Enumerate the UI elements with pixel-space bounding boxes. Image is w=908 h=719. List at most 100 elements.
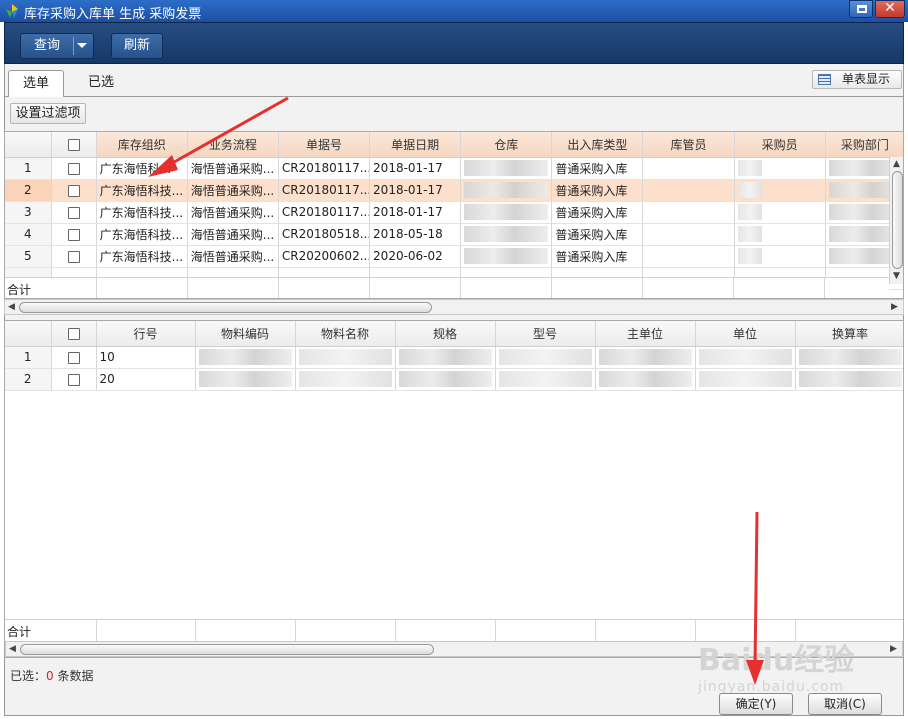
scroll-left-icon[interactable]: ◀ <box>8 302 15 312</box>
select-all-checkbox-cell[interactable] <box>51 132 97 158</box>
flow-cell: 海悟普通采购... <box>187 245 279 268</box>
row-checkbox-cell[interactable] <box>51 368 97 391</box>
maximize-icon <box>857 5 867 13</box>
select-all-checkbox[interactable] <box>67 327 80 340</box>
bill-no-cell: CR20180117... <box>278 201 371 224</box>
column-header[interactable]: 物料名称 <box>295 321 396 347</box>
column-header[interactable]: 单据号 <box>278 132 371 158</box>
scroll-right-icon[interactable]: ▶ <box>891 302 898 312</box>
document-table: 库存组织 业务流程 单据号 单据日期 仓库 出入库类型 库管员 采购员 采购部门… <box>5 132 903 290</box>
keeper-cell <box>642 245 735 268</box>
horizontal-scroll-thumb[interactable] <box>20 644 434 655</box>
column-header[interactable]: 规格 <box>395 321 496 347</box>
column-header[interactable]: 单位 <box>695 321 796 347</box>
org-cell: 广东海悟科技... <box>96 245 188 268</box>
column-header[interactable]: 行号 <box>96 321 196 347</box>
redacted-cell <box>595 368 696 391</box>
scroll-left-icon[interactable]: ◀ <box>9 644 16 654</box>
row-number: 1 <box>5 157 52 180</box>
table-row[interactable]: 5 广东海悟科技... 海悟普通采购... CR20200602... 2020-06-… <box>5 245 903 268</box>
redacted-block <box>464 204 549 220</box>
total-divider <box>96 278 97 298</box>
row-checkbox[interactable] <box>67 206 80 219</box>
row-checkbox[interactable] <box>67 162 80 175</box>
vertical-scrollbar[interactable]: ▲ ▼ <box>889 157 903 284</box>
status-suffix: 条数据 <box>53 669 94 683</box>
column-header[interactable]: 仓库 <box>460 132 553 158</box>
total-label: 合计 <box>7 625 32 639</box>
table-row[interactable]: 1 广东海悟科... 海悟普通采购... CR20180117... 2018-01-1… <box>5 157 903 180</box>
cancel-button[interactable]: 取消(C) <box>808 693 882 715</box>
redacted-cell <box>795 368 903 391</box>
chevron-down-icon[interactable] <box>77 43 87 48</box>
grid-header-row: 行号 物料编码 物料名称 规格 型号 主单位 单位 换算率 <box>5 321 903 347</box>
column-header[interactable]: 库管员 <box>642 132 735 158</box>
row-checkbox-cell[interactable] <box>51 245 97 268</box>
tab-divider <box>4 96 904 97</box>
vertical-scroll-thumb[interactable] <box>892 171 903 269</box>
confirm-button[interactable]: 确定(Y) <box>719 693 793 715</box>
redacted-block <box>464 182 549 198</box>
buyer-cell-redacted <box>734 179 826 202</box>
buyer-cell-redacted <box>734 245 826 268</box>
select-all-checkbox-cell[interactable] <box>51 321 97 347</box>
grid-icon <box>818 74 831 85</box>
row-checkbox[interactable] <box>67 373 80 386</box>
table-row[interactable]: 2 广东海悟科技... 海悟普通采购... CR20180117... 2018-01-… <box>5 179 903 202</box>
table-row[interactable]: 2 20 <box>5 368 903 391</box>
column-header[interactable]: 采购部门 <box>825 132 903 158</box>
column-header[interactable]: 物料编码 <box>195 321 296 347</box>
row-checkbox[interactable] <box>67 184 80 197</box>
table-row[interactable]: 4 广东海悟科技... 海悟普通采购... CR20180518... 2018-05-… <box>5 223 903 246</box>
document-grid: 库存组织 业务流程 单据号 单据日期 仓库 出入库类型 库管员 采购员 采购部门… <box>4 131 904 299</box>
horizontal-scrollbar[interactable]: ◀ ▶ <box>4 299 904 315</box>
row-checkbox[interactable] <box>67 351 80 364</box>
row-checkbox-cell[interactable] <box>51 201 97 224</box>
set-filter-button[interactable]: 设置过滤项 <box>10 103 86 124</box>
close-button[interactable]: ✕ <box>875 0 905 18</box>
bill-date-cell: 2018-05-18 <box>369 223 462 246</box>
scroll-right-icon[interactable]: ▶ <box>890 644 897 654</box>
scroll-up-icon[interactable]: ▲ <box>893 159 900 169</box>
bill-date-cell: 2018-01-17 <box>369 201 462 224</box>
redacted-cell <box>295 346 396 369</box>
refresh-button[interactable]: 刷新 <box>111 33 163 59</box>
grid-header-row: 库存组织 业务流程 单据号 单据日期 仓库 出入库类型 库管员 采购员 采购部门 <box>5 132 903 158</box>
single-table-view-button[interactable]: 单表显示 <box>812 70 902 89</box>
column-header[interactable]: 出入库类型 <box>551 132 644 158</box>
redacted-block <box>698 349 792 365</box>
column-header[interactable]: 业务流程 <box>187 132 279 158</box>
total-divider <box>295 620 296 642</box>
row-checkbox[interactable] <box>67 228 80 241</box>
io-type-cell: 普通采购入库 <box>551 157 644 180</box>
row-number: 3 <box>5 201 52 224</box>
table-row[interactable]: 1 10 <box>5 346 903 369</box>
total-divider <box>395 620 396 642</box>
horizontal-scroll-thumb[interactable] <box>19 302 432 313</box>
redacted-block <box>298 349 392 365</box>
column-header[interactable]: 采购员 <box>734 132 826 158</box>
scroll-down-icon[interactable]: ▼ <box>893 271 900 281</box>
buyer-cell-redacted <box>734 223 826 246</box>
row-checkbox[interactable] <box>67 250 80 263</box>
row-number: 5 <box>5 245 52 268</box>
query-button[interactable]: 查询 <box>20 33 94 59</box>
column-header[interactable]: 主单位 <box>595 321 696 347</box>
column-header[interactable]: 换算率 <box>795 321 903 347</box>
status-prefix: 已选： <box>10 669 47 683</box>
maximize-button[interactable] <box>849 0 873 18</box>
redacted-cell <box>495 346 596 369</box>
row-checkbox-cell[interactable] <box>51 157 97 180</box>
tab-select[interactable]: 选单 <box>8 70 64 97</box>
column-header[interactable]: 库存组织 <box>96 132 188 158</box>
row-checkbox-cell[interactable] <box>51 223 97 246</box>
column-header[interactable]: 型号 <box>495 321 596 347</box>
select-all-checkbox[interactable] <box>67 138 80 151</box>
row-checkbox-cell[interactable] <box>51 179 97 202</box>
table-row[interactable]: 3 广东海悟科技... 海悟普通采购... CR20180117... 2018-01-… <box>5 201 903 224</box>
column-header[interactable]: 单据日期 <box>369 132 462 158</box>
redacted-cell <box>195 346 296 369</box>
tab-selected[interactable]: 已选 <box>76 70 126 96</box>
redacted-block <box>737 182 762 198</box>
row-checkbox-cell[interactable] <box>51 346 97 369</box>
